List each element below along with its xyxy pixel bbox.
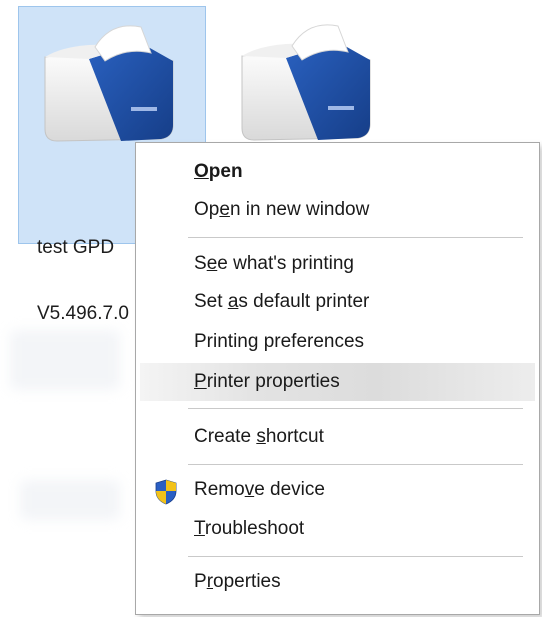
menu-label: Create shortcut (194, 426, 324, 447)
menu-label: Open (194, 161, 243, 182)
menu-item-see-whats-printing[interactable]: See what's printing (140, 245, 535, 283)
menu-item-troubleshoot[interactable]: Troubleshoot (140, 510, 535, 548)
menu-item-printer-properties[interactable]: Printer properties (140, 363, 535, 401)
menu-label: See what's printing (194, 253, 354, 274)
menu-separator (188, 464, 523, 465)
menu-label: Troubleshoot (194, 518, 305, 539)
printer-icon (44, 25, 174, 142)
menu-label: Open in new window (194, 199, 370, 220)
menu-label: Properties (194, 571, 281, 592)
menu-item-set-default-printer[interactable]: Set as default printer (140, 283, 535, 321)
menu-item-create-shortcut[interactable]: Create shortcut (140, 418, 535, 456)
menu-item-remove-device[interactable]: Remove device (140, 471, 535, 509)
menu-separator (188, 556, 523, 557)
printer-item-2[interactable] (222, 6, 372, 146)
menu-separator (188, 408, 523, 409)
menu-label: Printing preferences (194, 331, 365, 352)
menu-label: Printer properties (194, 371, 340, 392)
menu-item-properties[interactable]: Properties (140, 563, 535, 601)
menu-item-open-new-window[interactable]: Open in new window (140, 191, 535, 229)
context-menu: Open Open in new window See what's print… (135, 142, 540, 615)
menu-label: Remove device (194, 479, 325, 500)
uac-shield-icon (155, 479, 177, 505)
menu-item-open[interactable]: Open (140, 153, 535, 191)
menu-label: Set as default printer (194, 291, 370, 312)
printer-icon (241, 24, 371, 141)
menu-separator (188, 237, 523, 238)
menu-item-printing-preferences[interactable]: Printing preferences (140, 323, 535, 361)
background-smudge (20, 480, 120, 520)
